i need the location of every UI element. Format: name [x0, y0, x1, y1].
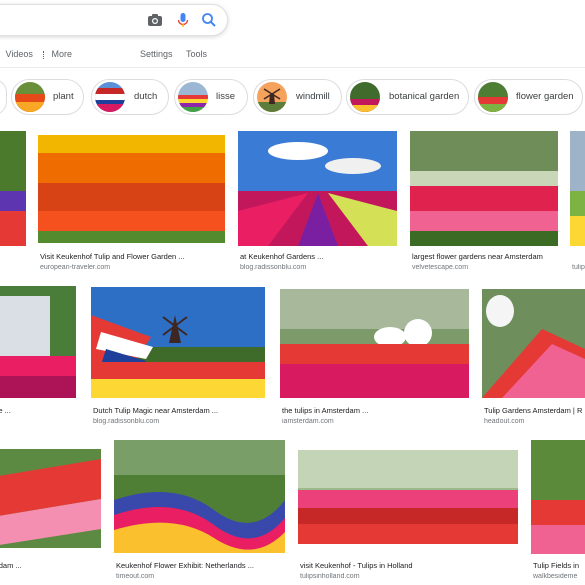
- camera-icon[interactable]: [146, 11, 164, 29]
- tools-link[interactable]: Tools: [186, 49, 207, 59]
- result-image[interactable]: [482, 289, 585, 398]
- videos-icon: [0, 51, 3, 59]
- result-source: tulipsinholland.com: [300, 573, 360, 580]
- result-caption[interactable]: Dutch Tulip Magic near Amsterdam ...: [93, 406, 265, 415]
- result-source: velvetescape.com: [412, 264, 469, 271]
- chip-thumbnail: [95, 82, 125, 112]
- result-caption[interactable]: ds: the ...: [0, 406, 76, 415]
- tab-more-label: More: [51, 49, 73, 59]
- chip-plant[interactable]: plant: [11, 79, 84, 115]
- result-image[interactable]: [298, 450, 518, 544]
- result-source: timeout.com: [116, 573, 155, 580]
- result-source: tulip: [572, 264, 585, 271]
- result-image[interactable]: [38, 135, 225, 243]
- chip-label: plant: [53, 91, 74, 102]
- result-caption[interactable]: Tulip Fields in: [533, 561, 585, 570]
- chip-botanical-garden[interactable]: botanical garden: [346, 79, 469, 115]
- tab-videos-label: Videos: [5, 49, 33, 59]
- chip-flower-garden[interactable]: flower garden: [474, 79, 583, 115]
- settings-link[interactable]: Settings: [140, 49, 173, 59]
- chip-thumbnail: [15, 82, 45, 112]
- result-caption[interactable]: visit Keukenhof - Tulips in Holland: [300, 561, 518, 570]
- result-image[interactable]: [238, 131, 397, 246]
- result-caption[interactable]: at Keukenhof Gardens ...: [240, 252, 397, 261]
- result-source: european-traveler.com: [40, 264, 111, 271]
- more-vert-icon: [43, 50, 46, 59]
- result-source: headout.com: [484, 418, 525, 425]
- result-image[interactable]: [0, 449, 101, 548]
- result-image[interactable]: [280, 289, 469, 398]
- chip-lisse[interactable]: lisse: [174, 79, 248, 115]
- result-source: iamsterdam.com: [282, 418, 334, 425]
- result-source: blog.radissonblu.com: [93, 418, 160, 425]
- chip-label: botanical garden: [389, 91, 460, 102]
- chip-label: windmill: [296, 91, 330, 102]
- result-image[interactable]: [410, 131, 558, 246]
- result-image[interactable]: [570, 131, 585, 246]
- nav-divider: [0, 67, 585, 68]
- chip-label: dutch: [134, 91, 158, 102]
- tab-videos[interactable]: Videos: [0, 49, 33, 59]
- chip-thumbnail: [178, 82, 208, 112]
- chip-thumbnail: [478, 82, 508, 112]
- chip-label: flower garden: [516, 91, 574, 102]
- result-image[interactable]: [0, 286, 76, 398]
- result-caption[interactable]: Visit Keukenhof Tulip and Flower Garden …: [40, 252, 225, 261]
- result-image[interactable]: [91, 287, 265, 398]
- result-source: walkbesideme: [533, 573, 578, 580]
- chip-partial[interactable]: [0, 79, 7, 115]
- result-image[interactable]: [531, 440, 585, 554]
- result-caption[interactable]: the tulips in Amsterdam ...: [282, 406, 469, 415]
- chip-windmill[interactable]: windmill: [253, 79, 342, 115]
- result-caption[interactable]: Keukenhof Flower Exhibit: Netherlands ..…: [116, 561, 285, 570]
- result-source: blog.radissonblu.com: [240, 264, 307, 271]
- microphone-icon[interactable]: [174, 11, 192, 29]
- chip-thumbnail: [350, 82, 380, 112]
- tab-more[interactable]: More: [43, 49, 72, 59]
- search-box[interactable]: [0, 4, 228, 36]
- result-caption[interactable]: largest flower gardens near Amsterdam: [412, 252, 558, 261]
- result-image[interactable]: [0, 131, 26, 246]
- chip-dutch[interactable]: dutch: [91, 79, 169, 115]
- search-icon[interactable]: [200, 11, 218, 29]
- chip-label: lisse: [216, 91, 236, 102]
- result-image[interactable]: [114, 440, 285, 553]
- result-caption[interactable]: msterdam ...: [0, 561, 101, 570]
- chip-thumbnail: [257, 82, 287, 112]
- result-caption[interactable]: Tulip Gardens Amsterdam | R: [484, 406, 585, 415]
